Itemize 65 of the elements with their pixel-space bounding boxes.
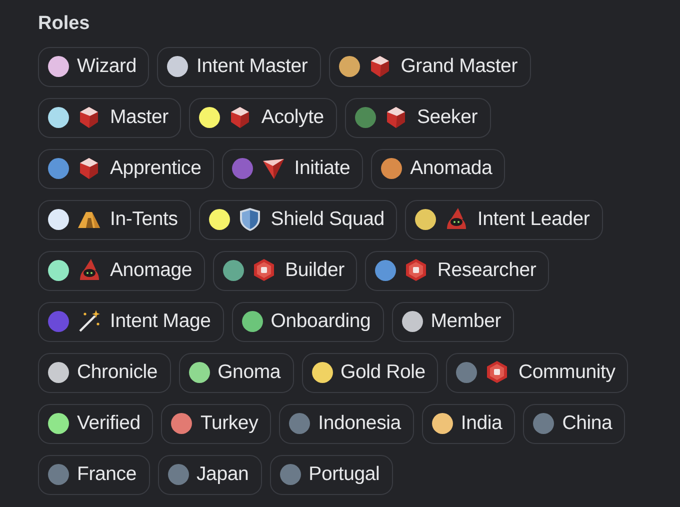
role-pill[interactable]: Chronicle xyxy=(38,352,171,392)
role-pill[interactable]: Seeker xyxy=(344,98,491,138)
role-pill[interactable]: Gold Role xyxy=(302,352,438,392)
role-name: Grand Master xyxy=(400,54,518,79)
role-name: India xyxy=(460,410,502,436)
role-pill[interactable]: Anomada xyxy=(371,148,506,188)
role-name: Intent Master xyxy=(196,54,308,79)
role-pill[interactable]: Intent Mage xyxy=(38,302,224,342)
role-pill[interactable]: Japan xyxy=(158,454,262,494)
role-name: Member xyxy=(430,308,502,334)
role-pill[interactable]: Indonesia xyxy=(279,404,414,444)
section-title: Roles xyxy=(38,12,91,36)
role-name: Japan xyxy=(196,462,249,487)
role-name: France xyxy=(77,462,136,487)
wizard-icon xyxy=(77,258,102,283)
magic-wand-icon xyxy=(77,309,102,334)
role-name: Portugal xyxy=(308,462,380,487)
role-pill[interactable]: Initiate xyxy=(222,148,364,188)
role-name: Gnoma xyxy=(218,360,281,385)
role-name: In-Tents xyxy=(110,206,178,232)
role-name: Verified xyxy=(77,410,140,436)
role-name: Intent Leader xyxy=(477,206,590,232)
role-pill[interactable]: Onboarding xyxy=(232,302,384,342)
role-pill[interactable]: Shield Squad xyxy=(198,200,398,240)
role-pill[interactable]: Wizard xyxy=(38,46,150,86)
role-pill[interactable]: Acolyte xyxy=(189,98,337,138)
role-pill[interactable]: Turkey xyxy=(161,404,272,444)
role-pill[interactable]: Member xyxy=(392,302,514,342)
role-pill[interactable]: Anomage xyxy=(38,250,206,290)
role-name: Turkey xyxy=(200,410,258,436)
role-name: China xyxy=(562,410,612,436)
role-name: Seeker xyxy=(416,104,478,130)
role-pill[interactable]: Intent Master xyxy=(157,46,321,86)
role-pill[interactable]: Community xyxy=(446,352,628,392)
role-name: Intent Mage xyxy=(110,308,211,334)
role-pill[interactable]: Grand Master xyxy=(328,46,530,86)
role-name: Indonesia xyxy=(318,410,401,436)
role-name: Acolyte xyxy=(261,104,324,130)
role-pill[interactable]: In-Tents xyxy=(38,200,191,240)
role-pill[interactable]: Builder xyxy=(213,250,358,290)
role-name: Researcher xyxy=(437,258,536,283)
role-pill[interactable]: Intent Leader xyxy=(405,200,603,240)
role-pill[interactable]: Gnoma xyxy=(178,352,294,392)
role-name: Gold Role xyxy=(340,360,426,385)
role-name: Master xyxy=(110,104,168,130)
role-pill[interactable]: India xyxy=(422,404,516,444)
role-name: Wizard xyxy=(77,54,136,79)
role-name: Chronicle xyxy=(77,360,158,385)
role-name: Onboarding xyxy=(270,308,371,334)
role-name: Apprentice xyxy=(110,156,202,181)
role-name: Anomage xyxy=(110,258,192,283)
role-name: Initiate xyxy=(294,156,350,181)
role-name: Builder xyxy=(285,258,344,283)
role-pill[interactable]: China xyxy=(523,404,626,444)
role-name: Community xyxy=(518,360,616,385)
role-name: Shield Squad xyxy=(270,206,384,232)
role-pill[interactable]: Apprentice xyxy=(38,148,214,188)
role-pill[interactable]: Verified xyxy=(38,404,154,444)
role-pill[interactable]: Portugal xyxy=(270,454,393,494)
role-pill[interactable]: Master xyxy=(38,98,182,138)
triangle-gem-icon xyxy=(261,156,286,181)
role-name: Anomada xyxy=(410,156,492,181)
role-pill[interactable]: France xyxy=(38,454,150,494)
shield-icon xyxy=(238,207,263,232)
role-pill[interactable]: Researcher xyxy=(365,250,550,290)
